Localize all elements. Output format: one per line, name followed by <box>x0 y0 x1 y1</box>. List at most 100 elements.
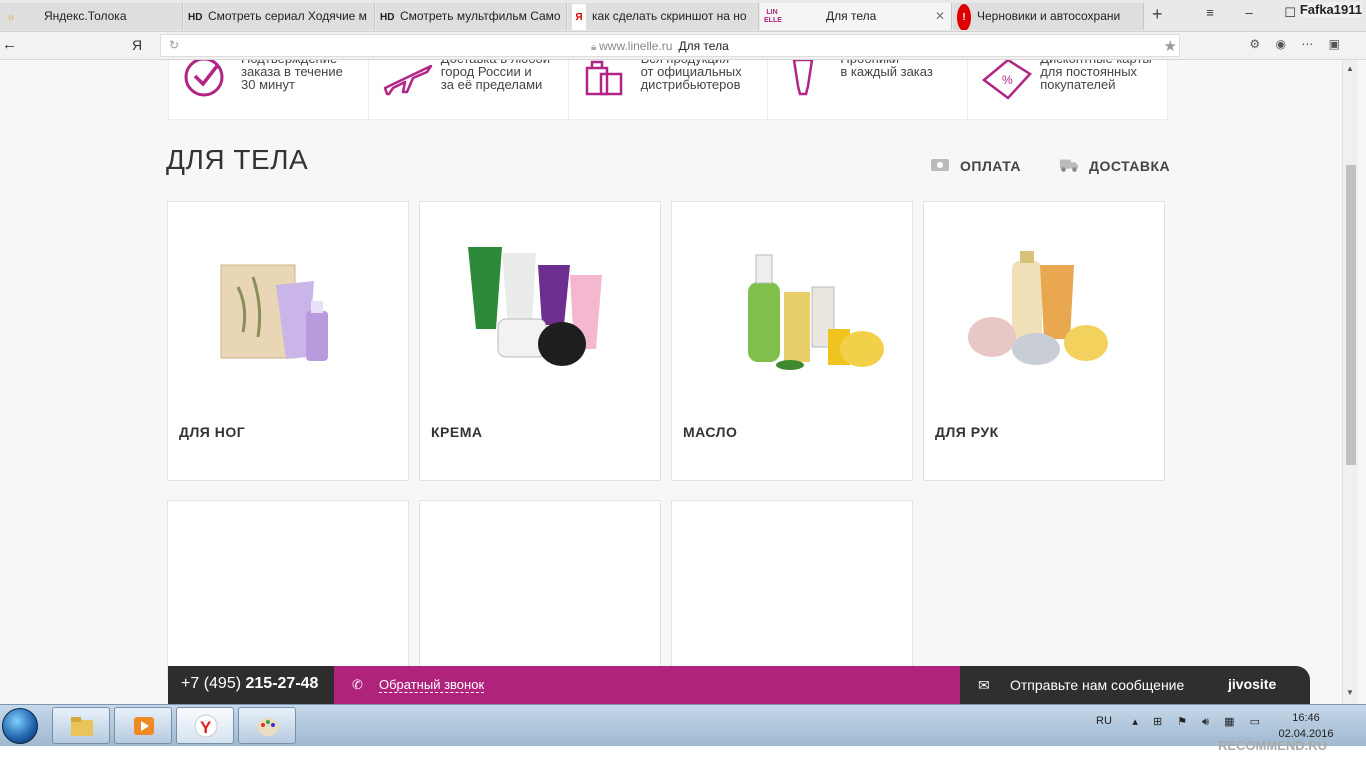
yandex-browser-icon: Y <box>194 714 218 738</box>
tab-favicon: HD <box>188 12 203 23</box>
media-player-icon <box>134 717 154 735</box>
yandex-button[interactable]: Я <box>132 37 142 53</box>
category-card-oil[interactable]: МАСЛО <box>671 201 913 481</box>
payment-card-icon <box>931 159 949 171</box>
sample-tube-icon <box>793 60 814 96</box>
tab-title: Для тела <box>826 9 877 23</box>
feature-text: Дисконтные карты для постоянных покупате… <box>1040 60 1152 92</box>
tab-title: как сделать скриншот на но <box>592 9 747 23</box>
category-card-blank[interactable] <box>167 500 409 680</box>
payment-label: ОПЛАТА <box>960 158 1021 174</box>
feature-text: Пробники в каждый заказ <box>840 60 933 79</box>
taskbar-paint[interactable] <box>238 707 296 744</box>
tab-favicon: HD <box>380 12 395 23</box>
feature-samples: Пробники в каждый заказ <box>768 60 969 119</box>
tab-cartoon[interactable]: HD Смотреть мультфильм Само <box>376 3 567 30</box>
bottom-strip <box>0 746 1366 768</box>
chat-widget[interactable]: ✉ Отправьте нам сообщение jivosite <box>960 666 1310 704</box>
tab-drafts[interactable]: ! Черновики и автосохрани <box>953 3 1144 30</box>
features-strip: Подтверждение заказа в течение 30 минут … <box>168 60 1168 120</box>
feature-text: Подтверждение заказа в течение 30 минут <box>241 60 343 92</box>
tab-favicon: ! <box>957 4 971 30</box>
discount-card-icon: % <box>982 60 1033 100</box>
back-button[interactable]: ← <box>2 36 17 53</box>
envelope-icon: ✉ <box>978 677 990 693</box>
tab-title: Смотреть сериал Ходячие м <box>208 9 367 23</box>
url-text: 🔒︎ www.linelle.ru Для тела <box>591 39 729 53</box>
page-scrollbar[interactable]: ▲ ▼ <box>1342 60 1358 704</box>
reload-icon[interactable]: ↻ <box>169 38 179 52</box>
tab-favicon: LIN ELLE <box>764 8 782 24</box>
category-card-creams[interactable]: КРЕМА <box>419 201 661 481</box>
phone-icon: ✆ <box>352 677 363 692</box>
system-tray-icons[interactable]: ▴ ⊞ ⚑ 🔊︎ ▦ ▭ <box>1132 715 1266 729</box>
paint-icon <box>257 718 279 736</box>
tab-favicon: Я <box>572 4 586 30</box>
chat-brand: jivosite <box>1228 676 1277 692</box>
start-button[interactable] <box>2 708 38 744</box>
tab-title: Смотреть мультфильм Само <box>400 9 561 23</box>
taskbar-media-player[interactable] <box>114 707 172 744</box>
language-indicator[interactable]: RU <box>1096 715 1112 727</box>
taskbar-yandex-browser[interactable]: Y <box>176 707 234 744</box>
category-label: КРЕМА <box>431 424 483 440</box>
user-name: Fafka1911 <box>1299 2 1362 17</box>
category-card-feet[interactable]: ДЛЯ НОГ <box>167 201 409 481</box>
tab-series[interactable]: HD Смотреть сериал Ходячие м <box>184 3 375 30</box>
svg-text:Y: Y <box>200 718 212 737</box>
feature-discount: % Дисконтные карты для постоянных покупа… <box>968 60 1167 119</box>
url-page-title: Для тела <box>678 39 729 53</box>
delivery-label: ДОСТАВКА <box>1089 158 1171 174</box>
watermark: RECOMMEND.RU <box>1218 738 1328 753</box>
url-field[interactable]: ↻ 🔒︎ www.linelle.ru Для тела ★ <box>160 34 1180 57</box>
url-domain: www.linelle.ru <box>599 39 673 53</box>
cream-products-image <box>468 247 602 366</box>
callback-link[interactable]: Обратный звонок <box>379 677 485 693</box>
oil-products-image <box>748 254 884 370</box>
window-controls[interactable]: ≡ – ☐ <box>1206 5 1310 21</box>
feature-text: Доставка в любой город России и за её пр… <box>440 60 550 92</box>
airplane-icon <box>383 64 433 96</box>
bookmark-star-icon[interactable]: ★ <box>1164 37 1177 55</box>
category-label: МАСЛО <box>683 424 738 440</box>
tab-yandex-toloka[interactable]: ☼ Яндекс.Толока <box>0 3 183 30</box>
check-clock-icon <box>184 60 224 97</box>
chat-message: Отправьте нам сообщение <box>1010 677 1185 693</box>
truck-icon <box>1059 159 1079 172</box>
new-tab-button[interactable]: + <box>1152 4 1163 25</box>
category-card-hands[interactable]: ДЛЯ РУК <box>923 201 1165 481</box>
tab-screenshot[interactable]: Якак сделать скриншот на но <box>568 3 759 30</box>
feature-text: Вся продукция от официальных дистрибьюте… <box>640 60 742 92</box>
delivery-link[interactable]: ДОСТАВКА <box>1059 158 1171 174</box>
feature-delivery: Доставка в любой город России и за её пр… <box>369 60 569 119</box>
feature-distributors: Вся продукция от официальных дистрибьюте… <box>569 60 769 119</box>
category-label: ДЛЯ РУК <box>935 424 999 440</box>
address-bar-row: ← Я ↻ 🔒︎ www.linelle.ru Для тела ★ ⚙ ◉ ⋯ … <box>0 32 1366 60</box>
windows-taskbar: Y RU ▴ ⊞ ⚑ 🔊︎ ▦ ▭ 16:46 02.04.2016 <box>0 704 1366 746</box>
phone-prefix: +7 (495) <box>181 675 242 692</box>
category-card-blank[interactable] <box>419 500 661 680</box>
tab-favicon: ☼ <box>6 12 16 23</box>
feature-confirmation: Подтверждение заказа в течение 30 минут <box>169 60 369 119</box>
payment-link[interactable]: ОПЛАТА <box>931 158 1021 174</box>
shopping-bags-icon <box>585 60 622 96</box>
close-tab-icon[interactable]: ✕ <box>935 3 945 30</box>
clock-time: 16:46 <box>1292 712 1320 724</box>
phone-number[interactable]: +7 (495) 215-27-48 <box>168 666 334 704</box>
scroll-up-icon[interactable]: ▲ <box>1346 64 1354 73</box>
folder-icon <box>71 717 93 736</box>
scroll-thumb[interactable] <box>1346 165 1356 465</box>
hand-products-image <box>968 251 1108 365</box>
tab-dlya-tela[interactable]: LIN ELLE Для тела ✕ <box>760 3 952 30</box>
page-title: ДЛЯ ТЕЛА <box>166 144 309 175</box>
svg-text:%: % <box>1002 73 1013 87</box>
tab-title: Яндекс.Толока <box>44 9 127 23</box>
taskbar-explorer[interactable] <box>52 707 110 744</box>
category-label: ДЛЯ НОГ <box>179 424 246 440</box>
browser-tab-bar: ☼ Яндекс.Толока HD Смотреть сериал Ходячие… <box>0 0 1366 32</box>
extension-icons[interactable]: ⚙ ◉ ⋯ ▣ <box>1249 37 1346 51</box>
tab-title: Черновики и автосохрани <box>977 9 1121 23</box>
scroll-down-icon[interactable]: ▼ <box>1346 688 1354 697</box>
foot-products-image <box>220 264 328 361</box>
category-card-blank[interactable] <box>671 500 913 680</box>
